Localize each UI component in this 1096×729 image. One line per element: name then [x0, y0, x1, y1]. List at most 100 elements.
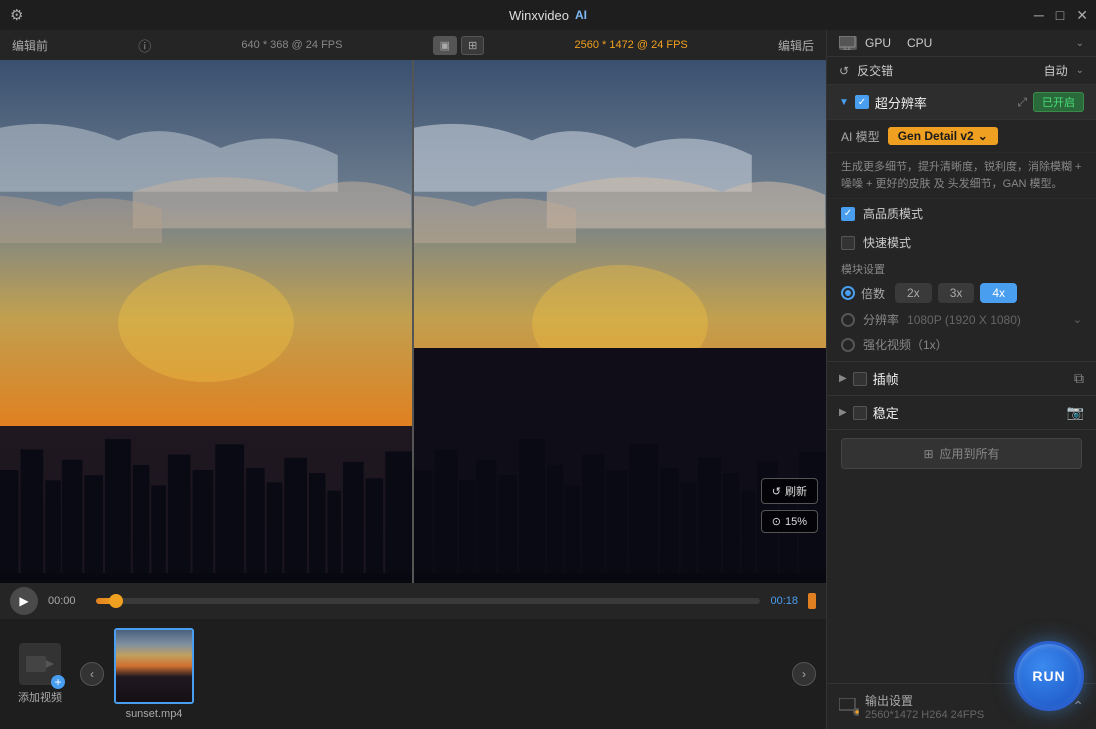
video-overlay-controls: ↺ 刷新 ⊙ 15%: [761, 478, 818, 533]
nav-left-button[interactable]: ‹: [80, 662, 104, 686]
app-name: Winxvideo: [509, 8, 569, 23]
zoom-label: 15%: [785, 516, 807, 528]
quality-checkbox[interactable]: ✓: [841, 207, 855, 221]
anti-icon: ↺: [839, 64, 849, 78]
expand-icon[interactable]: ⤢: [1017, 95, 1027, 110]
multiplier-label: 倍数: [861, 285, 889, 302]
3x-button[interactable]: 3x: [938, 283, 975, 303]
play-icon: ▶: [19, 594, 28, 608]
refresh-label: 刷新: [785, 483, 807, 499]
ai-badge: AI: [575, 8, 587, 22]
module-settings-label: 模块设置: [827, 257, 1096, 279]
super-res-checkbox[interactable]: ✓: [855, 95, 869, 109]
main-layout: 编辑前 ⓘ 640 * 368 @ 24 FPS ▣ ⊞ 2560 * 1472…: [0, 30, 1096, 729]
zoom-icon: ⊙: [772, 515, 781, 528]
zoom-button[interactable]: ⊙ 15%: [761, 510, 818, 533]
nav-left-icon: ‹: [90, 667, 94, 681]
quality-mode-label: 高品质模式: [863, 205, 923, 222]
ai-model-select[interactable]: Gen Detail v2 ⌄: [888, 127, 998, 145]
resolution-dropdown[interactable]: ⌄: [1073, 313, 1082, 326]
thumbnail-image: [114, 628, 194, 704]
plus-badge: +: [51, 675, 65, 689]
ai-model-label: AI 模型: [841, 128, 880, 145]
before-video: [0, 60, 412, 583]
resolution-label: 分辨率: [863, 311, 899, 328]
cpu-label: CPU: [907, 36, 932, 50]
resolution-value: 1080P (1920 X 1080): [907, 313, 1021, 327]
refresh-button[interactable]: ↺ 刷新: [761, 478, 818, 504]
run-button[interactable]: RUN: [1014, 641, 1084, 711]
on-badge: 已开启: [1033, 92, 1084, 112]
ai-model-row: AI 模型 Gen Detail v2 ⌄: [827, 120, 1096, 153]
quality-mode-row[interactable]: ✓ 高品质模式: [827, 199, 1096, 228]
progress-bar[interactable]: [96, 598, 760, 604]
anti-value: 自动: [1044, 62, 1068, 79]
interpolation-icon: ⧉: [1074, 370, 1084, 387]
gpu-dropdown-arrow[interactable]: ⌄: [1076, 38, 1084, 49]
super-res-title: 超分辨率: [875, 93, 927, 112]
maximize-button[interactable]: □: [1056, 7, 1064, 23]
fast-mode-row[interactable]: 快速模式: [827, 228, 1096, 257]
stabilization-arrow[interactable]: ▶: [839, 407, 847, 418]
resolution-radio[interactable]: [841, 313, 855, 327]
add-video-button[interactable]: + 添加视频: [10, 643, 70, 705]
thumbnail-filename: sunset.mp4: [126, 708, 183, 720]
time-start: 00:00: [48, 595, 86, 607]
single-view-button[interactable]: ▣: [433, 36, 457, 55]
after-video: ↺ 刷新 ⊙ 15%: [414, 60, 826, 583]
gpu-cpu-row: GPU CPU ⌄: [827, 30, 1096, 57]
enhance-label: 强化视频（1x）: [863, 336, 948, 353]
enhance-row: 强化视频（1x）: [827, 332, 1096, 361]
info-icon[interactable]: ⓘ: [138, 36, 151, 55]
video-topbar: 编辑前 ⓘ 640 * 368 @ 24 FPS ▣ ⊞ 2560 * 1472…: [0, 30, 826, 60]
nav-right-button[interactable]: ›: [792, 662, 816, 686]
thumbnail-strip: + 添加视频 ‹ sunset.mp4 ›: [0, 619, 826, 729]
window-controls: ─ □ ✕: [1034, 0, 1088, 30]
nav-right-icon: ›: [802, 667, 806, 681]
video-divider[interactable]: [412, 60, 414, 583]
interpolation-checkbox[interactable]: [853, 372, 867, 386]
model-dropdown-icon: ⌄: [978, 129, 988, 143]
interpolation-arrow[interactable]: ▶: [839, 373, 847, 384]
super-res-buttons: ⤢ 已开启: [1017, 92, 1084, 112]
play-button[interactable]: ▶: [10, 587, 38, 615]
multiplier-row: 倍数 2x 3x 4x: [827, 279, 1096, 307]
right-resolution: 2560 * 1472 @ 24 FPS: [574, 39, 687, 51]
description-content: 生成更多细节，提升清晰度，锐利度，消除模糊 + 噪噪 + 更好的皮肤 及 头发细…: [841, 161, 1081, 190]
anti-dropdown-arrow[interactable]: ⌄: [1076, 65, 1084, 76]
apply-icon: ⊞: [923, 447, 933, 461]
settings-icon[interactable]: ⚙: [10, 6, 23, 24]
progress-handle[interactable]: [109, 594, 123, 608]
interpolation-title: 插帧: [873, 369, 899, 388]
apply-all-button[interactable]: ⊞ 应用到所有: [841, 438, 1082, 469]
left-resolution: 640 * 368 @ 24 FPS: [241, 39, 342, 51]
2x-button[interactable]: 2x: [895, 283, 932, 303]
super-res-header: ▼ ✓ 超分辨率 ⤢ 已开启: [827, 85, 1096, 120]
stabilization-title: 稳定: [873, 403, 899, 422]
fast-mode-checkbox[interactable]: [841, 236, 855, 250]
gpu-label: GPU: [865, 36, 891, 50]
refresh-icon: ↺: [772, 485, 781, 498]
after-label: 编辑后: [778, 37, 814, 54]
add-video-label: 添加视频: [18, 689, 62, 705]
stabilization-icon: 📷: [1067, 404, 1084, 421]
interpolation-section: ▶ 插帧 ⧉: [827, 361, 1096, 395]
minimize-button[interactable]: ─: [1034, 7, 1044, 23]
view-toggle: ▣ ⊞: [433, 36, 485, 55]
app-title: Winxvideo AI: [509, 8, 587, 23]
resolution-row: 分辨率 1080P (1920 X 1080) ⌄: [827, 307, 1096, 332]
close-button[interactable]: ✕: [1076, 7, 1088, 24]
stabilization-checkbox[interactable]: [853, 406, 867, 420]
output-detail: 2560*1472 H264 24FPS: [865, 709, 1053, 721]
split-view-button[interactable]: ⊞: [461, 36, 484, 55]
multiplier-radio[interactable]: [841, 286, 855, 300]
right-panel: GPU CPU ⌄ ↺ 反交错 自动 ⌄ ▼ ✓ 超分辨率 ⤢ 已开启 AI 模…: [826, 30, 1096, 729]
thumbnail-item[interactable]: sunset.mp4: [114, 628, 194, 720]
description-text: 生成更多细节，提升清晰度，锐利度，消除模糊 + 噪噪 + 更好的皮肤 及 头发细…: [827, 153, 1096, 199]
super-res-arrow[interactable]: ▼: [839, 97, 849, 108]
4x-button[interactable]: 4x: [980, 283, 1017, 303]
video-area: 编辑前 ⓘ 640 * 368 @ 24 FPS ▣ ⊞ 2560 * 1472…: [0, 30, 826, 729]
enhance-radio[interactable]: [841, 338, 855, 352]
apply-all-row: ⊞ 应用到所有: [827, 429, 1096, 477]
time-end: 00:18: [770, 595, 798, 607]
